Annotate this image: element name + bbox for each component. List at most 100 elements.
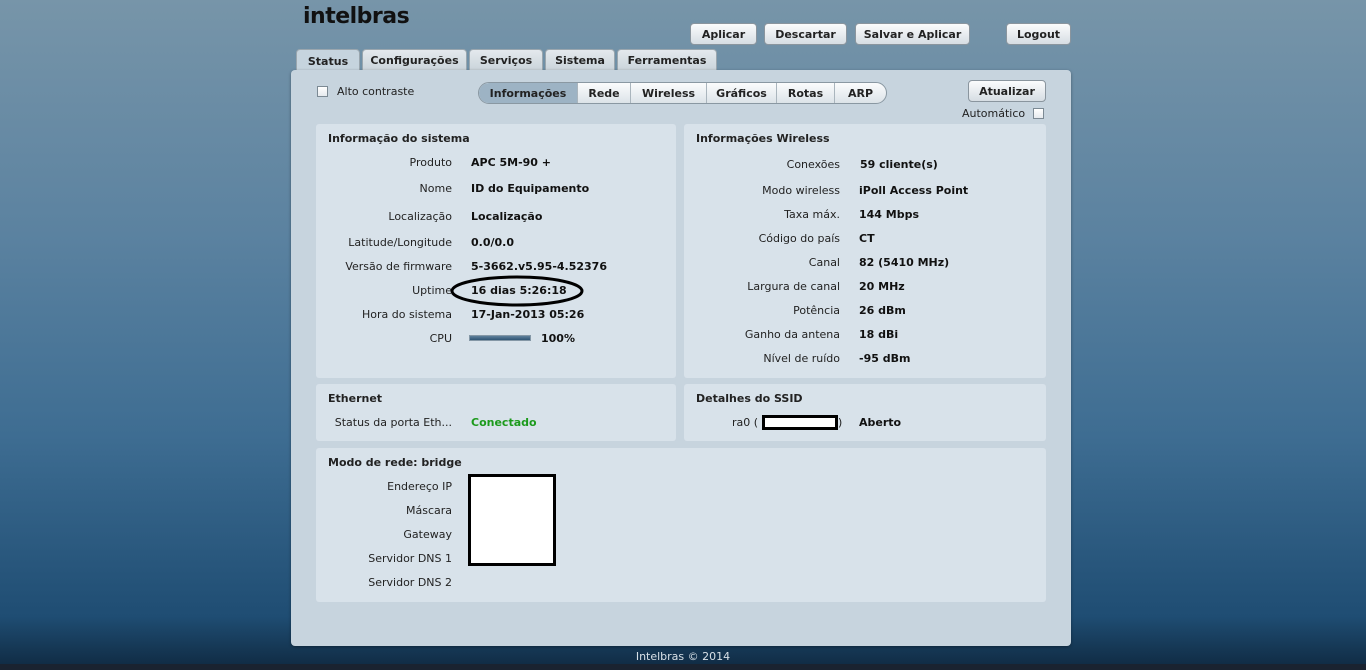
wireless-key: Ganho da antena: [744, 328, 840, 341]
main-panel: Alto contraste Informações Rede Wireless…: [291, 70, 1071, 646]
info-row: Latitude/Longitude 0.0/0.0: [316, 236, 676, 250]
ssid-iface-suffix: ): [838, 416, 843, 429]
wireless-key: Conexões: [786, 158, 840, 171]
info-value: ID do Equipamento: [471, 182, 590, 195]
network-row: Gateway: [316, 528, 1046, 542]
cpu-label: CPU: [429, 332, 452, 345]
network-row: Servidor DNS 1: [316, 552, 1046, 566]
apply-button[interactable]: Aplicar: [690, 23, 757, 45]
cpu-value: 100%: [541, 332, 575, 345]
network-box: Modo de rede: bridge Endereço IP Máscara…: [316, 448, 1046, 602]
taskbar-strip: [0, 664, 1366, 670]
tab-sistema[interactable]: Sistema: [545, 49, 615, 71]
wireless-row: Largura de canal 20 MHz: [684, 280, 1046, 294]
network-label: Máscara: [405, 504, 452, 517]
wireless-key: Nível de ruído: [763, 352, 840, 365]
wireless-key: Largura de canal: [747, 280, 840, 293]
save-apply-button[interactable]: Salvar e Aplicar: [855, 23, 970, 45]
info-value: Localização: [471, 210, 543, 223]
sub-tabs: Informações Rede Wireless Gráficos Rotas…: [478, 82, 887, 104]
network-row: Endereço IP: [316, 480, 1046, 494]
wireless-key: Canal: [808, 256, 840, 269]
footer: Intelbras © 2014: [635, 650, 731, 663]
wireless-key: Código do país: [758, 232, 840, 245]
subtab-wireless[interactable]: Wireless: [631, 83, 707, 103]
ethernet-port-label: Status da porta Eth...: [334, 416, 452, 429]
network-label: Servidor DNS 1: [368, 552, 452, 565]
info-key: Uptime: [412, 284, 452, 297]
tab-ferramentas[interactable]: Ferramentas: [617, 49, 717, 71]
wireless-row: Código do país CT: [684, 232, 1046, 246]
wireless-value: 144 Mbps: [859, 208, 920, 221]
wireless-value: iPoll Access Point: [859, 184, 969, 197]
wireless-value: 26 dBm: [859, 304, 906, 317]
tab-servicos[interactable]: Serviços: [469, 49, 543, 71]
wireless-row: Nível de ruído -95 dBm: [684, 352, 1046, 366]
wireless-key: Potência: [793, 304, 840, 317]
auto-label: Automático: [962, 107, 1026, 120]
wireless-key: Taxa máx.: [784, 208, 840, 221]
auto-checkbox[interactable]: [1033, 108, 1044, 119]
wireless-row: Modo wireless iPoll Access Point: [684, 184, 1046, 198]
wireless-value: CT: [859, 232, 875, 245]
wireless-row: Potência 26 dBm: [684, 304, 1046, 318]
wireless-value: 59 cliente(s): [860, 158, 938, 171]
info-value: APC 5M-90 +: [471, 156, 551, 169]
subtab-informacoes[interactable]: Informações: [479, 83, 578, 103]
update-button[interactable]: Atualizar: [968, 80, 1046, 102]
network-label: Endereço IP: [387, 480, 452, 493]
ssid-row: ra0 ( ) Aberto: [684, 415, 1046, 430]
ssid-iface-prefix: ra0 (: [731, 416, 758, 429]
wireless-info-box: Informações Wireless Conexões 59 cliente…: [684, 124, 1046, 378]
info-key: Produto: [409, 156, 452, 169]
info-value: 17-Jan-2013 05:26: [471, 308, 585, 321]
ssid-title: Detalhes do SSID: [696, 392, 803, 405]
info-key: Localização: [388, 210, 452, 223]
system-info-title: Informação do sistema: [328, 132, 470, 145]
wireless-value: 20 MHz: [859, 280, 905, 293]
wireless-row: Conexões 59 cliente(s): [684, 158, 1046, 172]
network-label: Servidor DNS 2: [368, 576, 452, 589]
wireless-value: 82 (5410 MHz): [859, 256, 950, 269]
network-row: Máscara: [316, 504, 1046, 518]
cpu-bar-fill: [470, 336, 530, 340]
subtab-rede[interactable]: Rede: [578, 83, 631, 103]
info-key: Versão de firmware: [345, 260, 452, 273]
brand-logo: intelbras: [303, 4, 410, 29]
wireless-value: -95 dBm: [859, 352, 911, 365]
cpu-bar: [469, 335, 531, 341]
info-key: Hora do sistema: [361, 308, 452, 321]
network-title: Modo de rede: bridge: [328, 456, 462, 469]
subtab-rotas[interactable]: Rotas: [777, 83, 835, 103]
wireless-value: 18 dBi: [859, 328, 899, 341]
network-row: Servidor DNS 2: [316, 576, 1046, 590]
subtab-graficos[interactable]: Gráficos: [707, 83, 777, 103]
wireless-row: Taxa máx. 144 Mbps: [684, 208, 1046, 222]
info-value: 0.0/0.0: [471, 236, 514, 249]
network-redaction: [468, 474, 556, 566]
info-row: Versão de firmware 5-3662.v5.95-4.52376: [316, 260, 676, 274]
info-row: Localização Localização: [316, 210, 676, 224]
ethernet-title: Ethernet: [328, 392, 383, 405]
high-contrast-checkbox[interactable]: [317, 86, 328, 97]
info-row: Produto APC 5M-90 +: [316, 156, 676, 170]
ssid-box: Detalhes do SSID ra0 ( ) Aberto: [684, 384, 1046, 441]
ssid-redaction: [762, 415, 838, 430]
info-key: Nome: [419, 182, 452, 195]
uptime-circle-annotation: [450, 275, 584, 307]
network-label: Gateway: [403, 528, 452, 541]
cpu-row: CPU 100%: [316, 332, 676, 346]
subtab-arp[interactable]: ARP: [835, 83, 886, 103]
high-contrast-label: Alto contraste: [337, 85, 415, 98]
wireless-row: Canal 82 (5410 MHz): [684, 256, 1046, 270]
info-row: Nome ID do Equipamento: [316, 182, 676, 196]
tab-status[interactable]: Status: [296, 49, 360, 72]
info-key: Latitude/Longitude: [348, 236, 452, 249]
logout-button[interactable]: Logout: [1006, 23, 1071, 45]
ethernet-box: Ethernet Status da porta Eth... Conectad…: [316, 384, 676, 441]
tab-configuracoes[interactable]: Configurações: [362, 49, 467, 71]
wireless-info-title: Informações Wireless: [696, 132, 830, 145]
wireless-row: Ganho da antena 18 dBi: [684, 328, 1046, 342]
ethernet-status: Conectado: [471, 416, 537, 429]
discard-button[interactable]: Descartar: [764, 23, 847, 45]
